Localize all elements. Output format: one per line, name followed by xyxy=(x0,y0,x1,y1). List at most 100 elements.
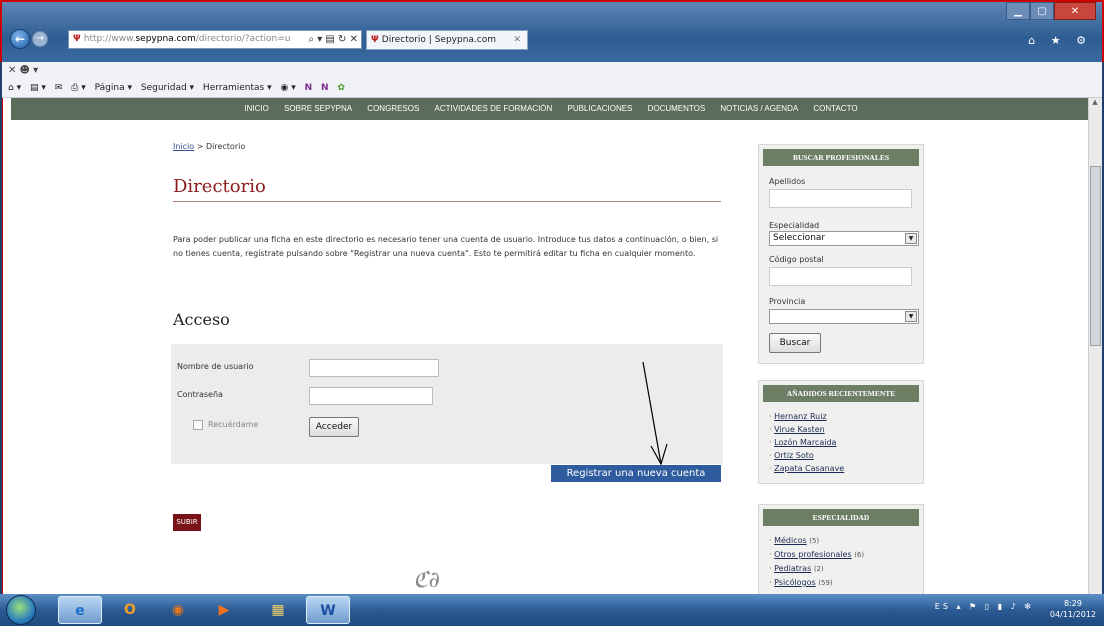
address-path: /directorio/?action=u xyxy=(195,34,291,44)
list-item: · Psicólogos (59) xyxy=(769,578,833,587)
clock-date: 04/11/2012 xyxy=(1049,610,1096,619)
list-item: · Ortiz Soto xyxy=(769,451,814,460)
home-menu[interactable]: ⌂ ▾ xyxy=(8,83,21,93)
firefox-taskbar-icon[interactable]: ◉ xyxy=(156,596,200,624)
scroll-up-icon[interactable]: ▲ xyxy=(1089,98,1101,110)
nav-actividades[interactable]: ACTIVIDADES DE FORMACIÓN xyxy=(435,98,553,120)
language-indicator[interactable]: ES xyxy=(935,602,951,611)
login-submit-button[interactable]: Acceder xyxy=(309,417,359,437)
password-input[interactable] xyxy=(309,387,433,405)
search-heading: BUSCAR PROFESIONALES xyxy=(763,149,919,166)
word-taskbar-icon[interactable]: W xyxy=(306,596,350,624)
postal-code-input[interactable] xyxy=(769,267,912,286)
explorer-taskbar-icon[interactable]: ▦ xyxy=(256,596,300,624)
page-scrollbar[interactable]: ▲ xyxy=(1088,98,1102,594)
specialty-list: · Médicos (5) · Otros profesionales (6) … xyxy=(759,530,923,590)
recent-heading: AÑADIDOS RECIENTEMENTE xyxy=(763,385,919,402)
favorites-bar[interactable]: ✕ ☻ ▾ xyxy=(2,62,1102,79)
especialidad-value: Seleccionar xyxy=(773,233,826,243)
especialidad-select[interactable]: Seleccionar ▼ xyxy=(769,231,919,246)
specialty-box: ESPECIALIDAD · Médicos (5) · Otros profe… xyxy=(758,504,924,594)
specialty-count: (5) xyxy=(809,537,820,545)
windows-taskbar: e O ◉ ▶ ▦ W ES ▴ ⚑ ▯ ▮ ♪ ✻ 8:29 04/11/20… xyxy=(0,594,1104,626)
username-label: Nombre de usuario xyxy=(177,362,254,371)
provincia-select[interactable]: ▼ xyxy=(769,309,919,324)
specialty-heading: ESPECIALIDAD xyxy=(763,509,919,526)
recent-link[interactable]: Virue Kasten xyxy=(774,425,825,434)
breadcrumb-home-link[interactable]: Inicio xyxy=(173,142,194,151)
addon-icon[interactable]: ✿ xyxy=(337,83,345,93)
nav-inicio[interactable]: INICIO xyxy=(244,98,268,120)
mail-icon[interactable]: ✉ xyxy=(55,83,63,93)
tab-close-icon[interactable]: ✕ xyxy=(513,31,521,49)
password-label: Contraseña xyxy=(177,390,223,399)
address-bar[interactable]: Ψ http://www.sepypna.com/directorio/?act… xyxy=(68,30,362,49)
outlook-taskbar-icon[interactable]: O xyxy=(108,596,152,624)
nav-contacto[interactable]: CONTACTO xyxy=(813,98,857,120)
minimize-button[interactable]: ▁ xyxy=(1006,2,1030,20)
onenote-icon[interactable]: N xyxy=(305,83,313,93)
recent-link[interactable]: Hernanz Ruiz xyxy=(774,412,827,421)
list-item: · Zapata Casanave xyxy=(769,464,845,473)
specialty-link[interactable]: Pediatras xyxy=(774,564,811,573)
clock-time: 8:29 xyxy=(1063,599,1082,608)
back-to-top-button[interactable]: SUBIR xyxy=(173,514,201,531)
specialty-link[interactable]: Médicos xyxy=(774,536,807,545)
tray-icons[interactable]: ▴ ⚑ ▯ ▮ ♪ ✻ xyxy=(956,602,1034,611)
address-actions-icon[interactable]: ⌕ ▾ ▤ ↻ ✕ xyxy=(308,31,358,48)
remember-label: Recuérdame xyxy=(208,420,259,429)
taskbar-clock[interactable]: 8:29 04/11/2012 xyxy=(1050,598,1096,620)
chevron-down-icon[interactable]: ▼ xyxy=(905,311,917,322)
tools-menu[interactable]: Herramientas ▾ xyxy=(203,83,272,93)
decorative-ornament: ℭ∂ xyxy=(413,568,440,593)
feeds-menu[interactable]: ▤ ▾ xyxy=(30,83,46,93)
remember-checkbox[interactable] xyxy=(193,420,203,430)
help-menu[interactable]: ◉ ▾ xyxy=(280,83,295,93)
nav-congresos[interactable]: CONGRESOS xyxy=(367,98,419,120)
search-professionals-box: BUSCAR PROFESIONALES Apellidos Especiali… xyxy=(758,144,924,364)
home-favorites-tools-icon[interactable]: ⌂ ★ ⚙ xyxy=(1028,34,1092,47)
back-button[interactable]: ← xyxy=(10,29,30,49)
nav-noticias[interactable]: NOTICIAS / AGENDA xyxy=(720,98,798,120)
list-item: · Hernanz Ruiz xyxy=(769,412,827,421)
provincia-label: Provincia xyxy=(769,297,806,306)
maximize-button[interactable]: ▢ xyxy=(1030,2,1054,20)
close-window-button[interactable]: ✕ xyxy=(1054,2,1096,20)
username-input[interactable] xyxy=(309,359,439,377)
recent-link[interactable]: Ortiz Soto xyxy=(774,451,814,460)
recent-link[interactable]: Zapata Casanave xyxy=(774,464,844,473)
recently-added-box: AÑADIDOS RECIENTEMENTE · Hernanz Ruiz · … xyxy=(758,380,924,484)
breadcrumb-separator: > xyxy=(194,142,206,151)
media-player-taskbar-icon[interactable]: ▶ xyxy=(202,596,246,624)
nav-sobre[interactable]: SOBRE SEPYPNA xyxy=(284,98,352,120)
search-button[interactable]: Buscar xyxy=(769,333,821,353)
main-nav: INICIO SOBRE SEPYPNA CONGRESOS ACTIVIDAD… xyxy=(11,98,1091,120)
page-menu[interactable]: Página ▾ xyxy=(95,83,132,93)
register-account-button[interactable]: Registrar una nueva cuenta xyxy=(551,465,721,482)
title-divider xyxy=(173,201,721,202)
print-menu[interactable]: ⎙ ▾ xyxy=(71,83,86,93)
page-title: Directorio xyxy=(173,176,266,197)
browser-tab[interactable]: Ψ Directorio | Sepypna.com ✕ xyxy=(366,30,528,50)
specialty-link[interactable]: Otros profesionales xyxy=(774,550,852,559)
system-tray: ES ▴ ⚑ ▯ ▮ ♪ ✻ xyxy=(935,602,1034,611)
recent-link[interactable]: Lozón Marcaida xyxy=(774,438,836,447)
apellidos-input[interactable] xyxy=(769,189,912,208)
chevron-down-icon[interactable]: ▼ xyxy=(905,233,917,244)
web-page: INICIO SOBRE SEPYPNA CONGRESOS ACTIVIDAD… xyxy=(2,98,1102,594)
safety-menu[interactable]: Seguridad ▾ xyxy=(141,83,194,93)
start-button[interactable] xyxy=(6,595,36,625)
annotation-arrow-icon xyxy=(642,361,668,466)
specialty-count: (2) xyxy=(813,565,824,573)
nav-publicaciones[interactable]: PUBLICACIONES xyxy=(567,98,632,120)
address-prefix: http://www. xyxy=(83,34,136,44)
ie-taskbar-icon[interactable]: e xyxy=(58,596,102,624)
nav-documentos[interactable]: DOCUMENTOS xyxy=(648,98,706,120)
postal-code-label: Código postal xyxy=(769,255,824,264)
list-item: · Otros profesionales (6) xyxy=(769,550,865,559)
specialty-link[interactable]: Psicólogos xyxy=(774,578,816,587)
scrollbar-thumb[interactable] xyxy=(1090,166,1101,346)
list-item: · Médicos (5) xyxy=(769,536,820,545)
forward-button[interactable]: → xyxy=(32,31,48,47)
onenote-send-icon[interactable]: N xyxy=(321,83,329,93)
